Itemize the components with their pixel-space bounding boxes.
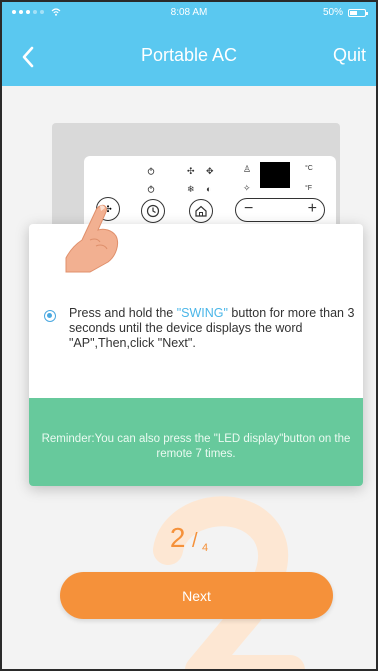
page-indicator: 2 / 4	[2, 522, 376, 554]
power-icon	[147, 167, 155, 175]
nav-bar: Portable AC Quit	[2, 38, 376, 78]
swing-icon: ✥	[206, 166, 214, 176]
battery-icon	[348, 8, 368, 17]
quit-button[interactable]: Quit	[333, 45, 366, 66]
total-steps: 4	[201, 542, 209, 555]
reminder-box: Reminder:You can also press the "LED dis…	[29, 398, 363, 486]
temperature-adjuster: − +	[235, 198, 325, 222]
instruction-before: Press and hold the	[69, 306, 177, 320]
status-time: 8:08 AM	[170, 7, 208, 18]
instruction-highlight: "SWING"	[176, 306, 228, 320]
instruction-text: Press and hold the "SWING" button for mo…	[69, 306, 359, 351]
clock-icon	[146, 204, 160, 218]
power-icon	[147, 185, 155, 193]
battery-percent: 50%	[322, 7, 343, 18]
plus-icon: +	[307, 200, 317, 217]
user-icon: ♙	[243, 164, 252, 174]
fahrenheit-symbol: °F	[305, 185, 313, 192]
finger-pointer-icon	[65, 204, 119, 273]
current-step: 2	[169, 522, 186, 553]
cool-icon: ❄	[187, 184, 195, 194]
led-display	[260, 162, 290, 188]
battery-indicator: 50%	[322, 7, 368, 18]
app-screen: 8:08 AM 50% Portable AC Quit ✣ ✥ ❄ ◐ ♙ ✧…	[0, 0, 378, 671]
status-bar: 8:08 AM 50%	[2, 2, 376, 28]
timer-panel-button	[141, 199, 165, 223]
page-title: Portable AC	[140, 45, 238, 65]
reminder-text: Reminder:You can also press the "LED dis…	[41, 433, 351, 460]
home-icon	[195, 205, 207, 217]
sun-icon: ✧	[243, 183, 251, 193]
header-bar: 8:08 AM 50% Portable AC Quit	[2, 2, 376, 86]
celsius-symbol: °C	[305, 165, 313, 172]
minus-icon: −	[244, 200, 254, 217]
mode-panel-button	[189, 199, 213, 223]
fan-icon: ✣	[187, 166, 195, 176]
step-radio	[44, 310, 56, 322]
step-separator: /	[191, 530, 198, 552]
next-button[interactable]: Next	[60, 572, 333, 619]
dry-icon: ◐	[206, 184, 212, 194]
